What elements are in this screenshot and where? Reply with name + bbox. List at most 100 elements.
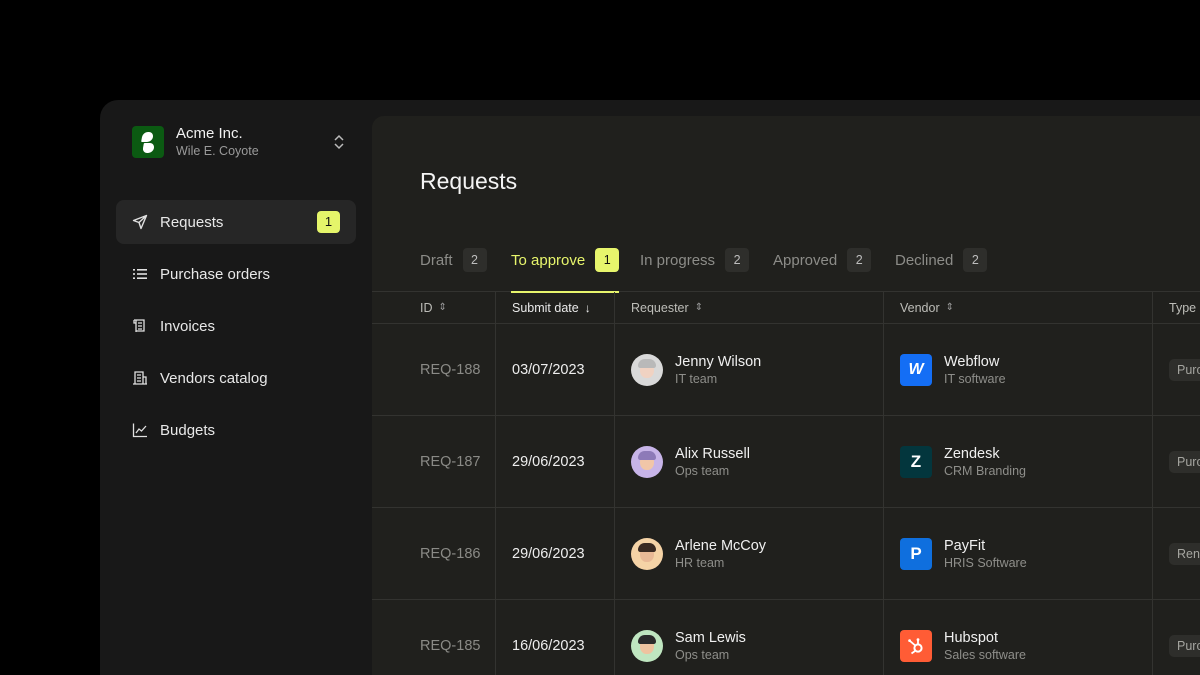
table-row[interactable]: REQ-187 29/06/2023 Alix Russell Ops team… [372,416,1200,508]
sort-icon: ⇕ [945,302,955,313]
vendor-category: IT software [944,371,1006,386]
table-header: ID ⇕ Submit date ↓ Requester ⇕ Vendor ⇕ Type [372,292,1200,324]
vendor-cell: Hubspot Sales software [900,600,1026,675]
column-header-vendor[interactable]: Vendor ⇕ [900,292,954,323]
avatar [631,354,663,386]
sidebar-nav: Requests 1 Purchase orders Invoices Vend… [116,200,356,460]
sidebar-item-requests[interactable]: Requests 1 [116,200,356,244]
type-chip: Purchase [1169,359,1200,381]
vendor-name: Zendesk [944,445,1000,462]
vendor-cell: W Webflow IT software [900,324,1006,416]
sidebar: Acme Inc. Wile E. Coyote Requests 1 Purc… [100,100,372,675]
type-cell: Purchase [1169,324,1200,416]
vendor-category: Sales software [944,647,1026,662]
request-id: REQ-187 [420,454,481,470]
chevron-up-down-icon[interactable] [332,134,346,150]
avatar [631,630,663,662]
sidebar-item-invoices[interactable]: Invoices [116,304,356,348]
column-header-id[interactable]: ID ⇕ [420,292,447,323]
sort-icon: ⇕ [694,302,704,313]
tab-label: In progress [640,252,716,269]
requester-team: IT team [675,371,718,386]
sidebar-item-purchase-orders[interactable]: Purchase orders [116,252,356,296]
column-header-label: Submit date [512,300,579,315]
type-cell: Renewal [1169,508,1200,600]
building-icon [132,370,148,386]
table-row[interactable]: REQ-186 29/06/2023 Arlene McCoy HR team … [372,508,1200,600]
tab-count: 2 [963,248,988,272]
org-user: Wile E. Coyote [176,144,259,158]
requester-team: HR team [675,555,725,570]
tab-label: To approve [511,252,586,269]
line-chart-icon [132,422,148,438]
avatar [631,538,663,570]
sidebar-item-label: Invoices [160,317,216,335]
type-chip: Purchase [1169,635,1200,657]
requests-count-badge: 1 [317,211,340,233]
table-row[interactable]: REQ-185 16/06/2023 Sam Lewis Ops team Hu… [372,600,1200,675]
sidebar-item-label: Purchase orders [160,265,271,283]
requester-team: Ops team [675,647,730,662]
status-tabs: Draft 2 To approve 1 In progress 2 Appro… [372,248,1200,293]
sidebar-item-label: Vendors catalog [160,369,268,387]
requester-cell: Alix Russell Ops team [631,416,750,508]
tab-count: 2 [462,248,487,272]
org-switcher[interactable]: Acme Inc. Wile E. Coyote [116,120,356,164]
send-icon [132,214,148,230]
tab-approved[interactable]: Approved 2 [773,248,872,292]
avatar [631,446,663,478]
webflow-logo-icon: W [900,354,932,386]
vendor-cell: Z Zendesk CRM Branding [900,416,1026,508]
request-id: REQ-185 [420,638,481,654]
column-header-label: Vendor [900,300,940,315]
sort-icon: ⇕ [438,302,447,313]
tab-count: 2 [725,248,750,272]
column-header-label: Type [1169,300,1197,315]
submit-date: 16/06/2023 [512,638,585,654]
type-cell: Purchase [1169,416,1200,508]
org-name: Acme Inc. [176,125,243,142]
tab-in-progress[interactable]: In progress 2 [640,248,750,292]
tab-declined[interactable]: Declined 2 [895,248,988,292]
vendor-name: Hubspot [944,629,999,646]
submit-date: 03/07/2023 [512,362,585,378]
request-id: REQ-188 [420,362,481,378]
requester-cell: Jenny Wilson IT team [631,324,761,416]
arrow-down-icon: ↓ [584,300,591,315]
tab-label: Declined [895,252,954,269]
submit-date: 29/06/2023 [512,546,585,562]
column-header-type[interactable]: Type [1169,292,1196,323]
sidebar-item-vendors-catalog[interactable]: Vendors catalog [116,356,356,400]
vendor-name: PayFit [944,537,986,554]
column-header-submit-date[interactable]: Submit date ↓ [512,292,591,323]
type-chip: Renewal [1169,543,1200,565]
vendor-cell: P PayFit HRIS Software [900,508,1027,600]
requester-name: Arlene McCoy [675,537,767,554]
requester-cell: Arlene McCoy HR team [631,508,766,600]
zendesk-logo-icon: Z [900,446,932,478]
type-cell: Purchase [1169,600,1200,675]
app-window: Acme Inc. Wile E. Coyote Requests 1 Purc… [100,100,1200,675]
vendor-category: HRIS Software [944,555,1027,570]
sidebar-item-label: Requests [160,213,224,231]
tab-count: 2 [847,248,872,272]
requester-cell: Sam Lewis Ops team [631,600,746,675]
column-header-label: Requester [631,300,689,315]
column-header-label: ID [420,300,433,315]
column-header-requester[interactable]: Requester ⇕ [631,292,703,323]
acme-logo [132,126,164,158]
page-title: Requests [420,168,518,194]
tab-draft[interactable]: Draft 2 [420,248,487,292]
requester-name: Jenny Wilson [675,353,762,370]
list-icon [132,266,148,282]
requester-team: Ops team [675,463,730,478]
main-panel: Requests Draft 2 To approve 1 In progres… [372,116,1200,675]
sidebar-item-budgets[interactable]: Budgets [116,408,356,452]
vendor-name: Webflow [944,353,1000,370]
sidebar-item-label: Budgets [160,421,216,439]
vendor-category: CRM Branding [944,463,1026,478]
table-row[interactable]: REQ-188 03/07/2023 Jenny Wilson IT team … [372,324,1200,416]
tab-count: 1 [595,248,620,272]
tab-to-approve[interactable]: To approve 1 [511,248,620,293]
submit-date: 29/06/2023 [512,454,585,470]
